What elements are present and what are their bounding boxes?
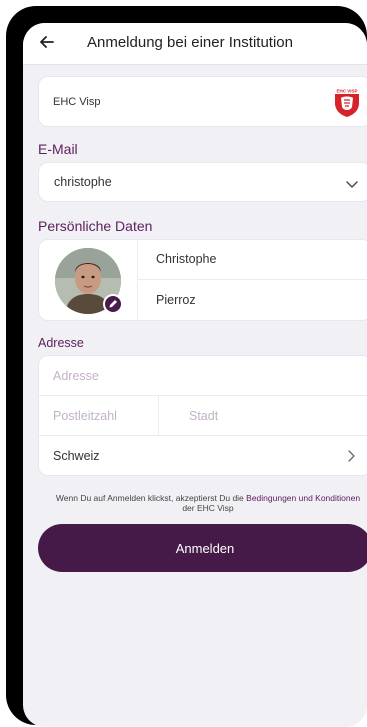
- address-input[interactable]: Adresse: [39, 356, 367, 396]
- city-input[interactable]: Stadt: [159, 396, 367, 436]
- submit-button-label: Anmelden: [175, 540, 235, 556]
- phone-frame: Anmeldung bei einer Institution EHC Visp…: [6, 6, 367, 727]
- postal-code-input[interactable]: Postleitzahl: [39, 396, 158, 436]
- email-section-label: E-Mail: [38, 141, 78, 157]
- address-placeholder: Adresse: [53, 369, 99, 383]
- logo-text: EHC VISP: [336, 89, 357, 94]
- avatar-container[interactable]: [55, 248, 123, 314]
- city-placeholder: Stadt: [189, 409, 219, 423]
- submit-button[interactable]: Anmelden: [38, 524, 367, 572]
- terms-prefix: Wenn Du auf Anmelden klickst, akzeptiers…: [55, 493, 247, 503]
- last-name-input[interactable]: Pierroz: [137, 281, 367, 320]
- institution-card: EHC Visp EHC VISP: [38, 76, 367, 127]
- address-section-label: Adresse: [38, 336, 84, 350]
- personal-section-label: Persönliche Daten: [38, 218, 153, 234]
- terms-link[interactable]: Bedingungen und Konditionen: [246, 493, 360, 503]
- last-name-value: Pierroz: [156, 293, 196, 307]
- page-title: Anmeldung bei einer Institution: [87, 34, 293, 51]
- app-screen: Anmeldung bei einer Institution EHC Visp…: [23, 23, 367, 727]
- institution-name: EHC Visp: [53, 96, 101, 108]
- postal-city-row: Postleitzahl Stadt: [39, 396, 367, 436]
- top-bar: Anmeldung bei einer Institution: [23, 23, 367, 65]
- email-value: christophe: [54, 175, 112, 189]
- email-select[interactable]: christophe: [38, 162, 367, 202]
- address-card: Adresse Postleitzahl Stadt Schweiz: [38, 355, 367, 476]
- arrow-left-icon[interactable]: [37, 32, 57, 52]
- terms-text: Wenn Du auf Anmelden klickst, akzeptiers…: [53, 493, 363, 513]
- first-name-input[interactable]: Christophe: [137, 240, 367, 280]
- ehc-visp-logo: EHC VISP: [335, 87, 359, 117]
- country-value: Schweiz: [53, 449, 100, 463]
- edit-avatar-button[interactable]: [103, 294, 123, 314]
- country-select[interactable]: Schweiz: [39, 436, 367, 475]
- terms-suffix: der EHC Visp: [182, 503, 234, 513]
- pencil-icon: [109, 300, 117, 308]
- postal-code-placeholder: Postleitzahl: [53, 409, 117, 423]
- first-name-value: Christophe: [156, 252, 217, 266]
- chevron-down-icon: [346, 181, 358, 188]
- chevron-right-icon: [348, 450, 355, 462]
- personal-data-card: Christophe Pierroz: [38, 239, 367, 321]
